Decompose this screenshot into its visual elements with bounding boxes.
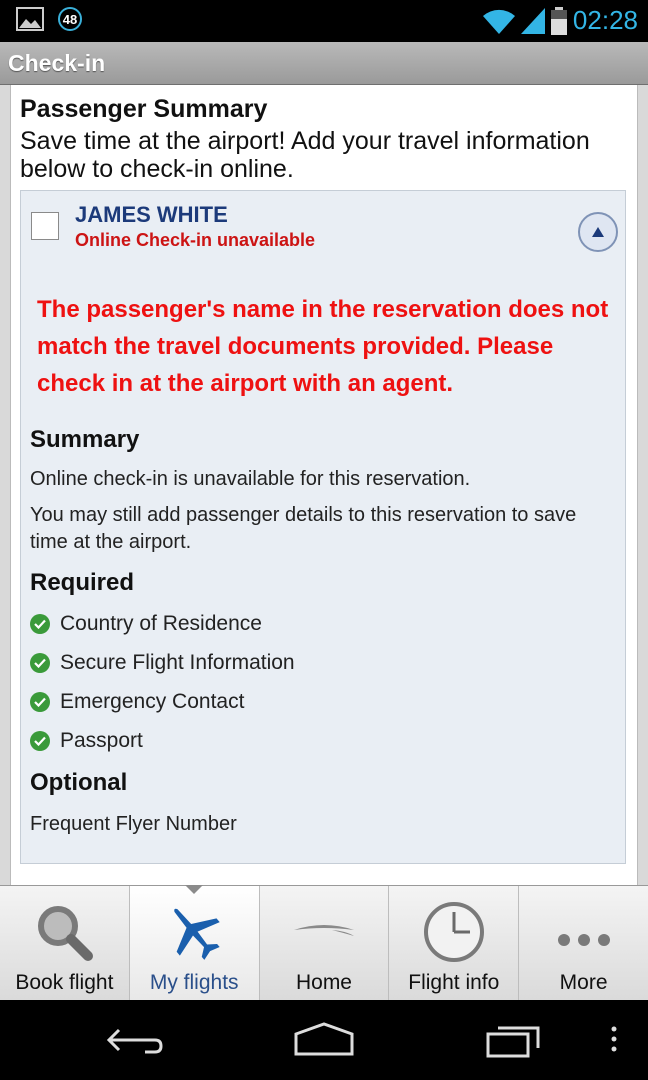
more-icon [552,900,616,964]
passenger-summary-heading: Passenger Summary [20,95,268,123]
check-icon [30,653,50,673]
tab-more[interactable]: More [519,886,648,1001]
passenger-card: JAMES WHITE Online Check-in unavailable … [20,190,626,864]
signal-icon [520,7,545,34]
name-mismatch-warning: The passenger's name in the reservation … [37,296,609,397]
home-icon[interactable] [292,1020,356,1060]
passenger-checkbox[interactable] [31,212,59,240]
check-icon [30,614,50,634]
tab-label: My flights [149,971,239,994]
notification-badge: 48 [58,7,82,31]
check-icon [30,731,50,751]
required-item: Country of Residence [30,612,262,636]
back-icon[interactable] [105,1020,165,1060]
airplane-icon [162,900,226,964]
active-tab-indicator [185,885,204,894]
required-item: Secure Flight Information [30,651,295,675]
clock-icon [422,900,486,964]
check-icon [30,692,50,712]
tab-my-flights[interactable]: My flights [129,885,260,1001]
tab-flight-info[interactable]: Flight info [389,886,520,1001]
summary-line-1: Online check-in is unavailable for this … [30,468,471,490]
required-item-label: Emergency Contact [60,690,245,713]
required-item: Emergency Contact [30,690,244,714]
battery-icon [550,6,567,35]
checkin-status: Online Check-in unavailable [75,230,316,250]
chevron-up-icon [592,227,604,237]
bottom-tab-bar: Book flight My flights Home Flight info … [0,885,648,1001]
intro-text: Save time at the airport! Add your trave… [20,127,590,183]
passenger-name: JAMES WHITE [75,202,228,227]
tab-book-flight[interactable]: Book flight [0,886,130,1001]
wifi-icon [482,9,515,34]
tab-label: Flight info [408,971,500,994]
status-bar: 48 02:28 [0,0,648,42]
required-item-label: Country of Residence [60,612,262,635]
optional-heading: Optional [30,769,128,796]
search-icon [32,900,96,964]
required-item: Passport [30,729,143,753]
required-item-label: Secure Flight Information [60,651,295,674]
tab-label: Book flight [15,971,114,994]
clock: 02:28 [572,5,638,35]
tab-label: More [559,971,608,994]
summary-heading: Summary [30,426,140,453]
tab-label: Home [295,971,352,994]
required-heading: Required [30,569,135,596]
optional-item: Frequent Flyer Number [30,813,237,835]
menu-icon[interactable] [608,1020,620,1060]
speedmarque-icon [292,900,356,964]
image-icon [16,7,44,31]
content-area[interactable]: Passenger Summary Save time at the airpo… [0,85,648,885]
tab-home[interactable]: Home [260,886,390,1001]
collapse-button[interactable] [578,212,618,252]
recent-apps-icon[interactable] [484,1020,544,1060]
summary-line-2: You may still add passenger details to t… [30,504,577,553]
system-nav-bar [0,1000,648,1080]
required-item-label: Passport [60,729,143,752]
page-title: Check-in [8,50,106,76]
title-bar: Check-in [0,42,648,85]
